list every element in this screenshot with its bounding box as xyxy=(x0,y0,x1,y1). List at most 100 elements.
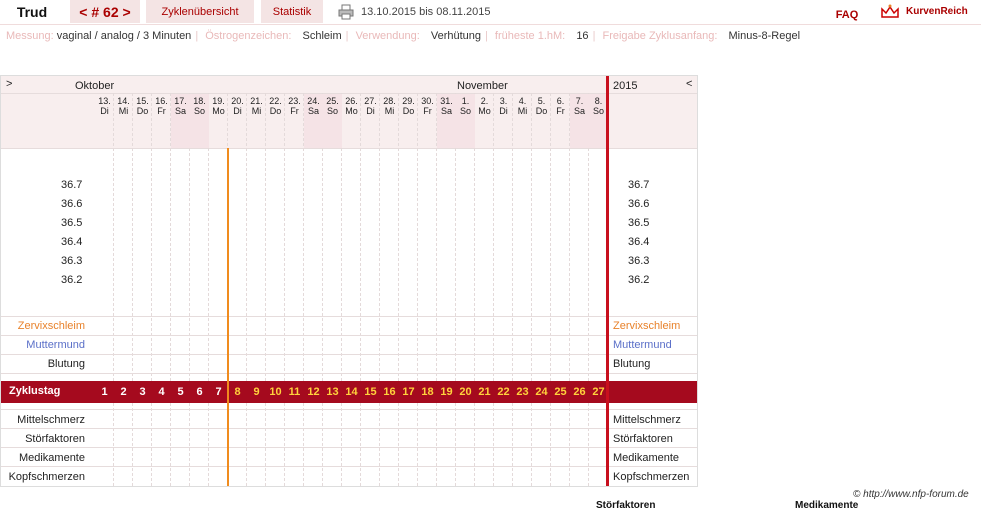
current-day-line xyxy=(606,76,609,486)
cycle-day-number: 23 xyxy=(516,386,529,398)
temperature-label: 36.6 xyxy=(628,198,650,210)
tab-cycle-overview[interactable]: Zyklenübersicht xyxy=(146,0,254,23)
obs-divider-1 xyxy=(1,335,697,336)
day-weekday-label: Do xyxy=(136,106,149,116)
day-weekday-label: Fr xyxy=(556,106,565,116)
cycle-day-number: 3 xyxy=(139,386,146,398)
cycle-day-number: 11 xyxy=(288,386,301,398)
day-date-label: 15. xyxy=(136,96,149,106)
sym-divider-0 xyxy=(1,409,697,410)
day-weekday-label: Do xyxy=(402,106,415,116)
cycle-day-number: 18 xyxy=(421,386,434,398)
tab-statistics[interactable]: Statistik xyxy=(261,0,323,23)
day-weekday-label: Do xyxy=(535,106,548,116)
print-icon[interactable] xyxy=(336,0,356,23)
day-weekday-label: So xyxy=(459,106,471,116)
day-weekday-label: Di xyxy=(100,106,109,116)
day-date-label: 26. xyxy=(345,96,358,106)
cycle-chart: > Oktober November 2015 < 13. Di 14. Mi 15. D… xyxy=(0,75,698,487)
info-key-measurement: Messung: xyxy=(6,30,54,42)
day-date-label: 21. xyxy=(250,96,263,106)
cycle-day-number: 10 xyxy=(269,386,282,398)
copyright: © http://www.nfp-forum.de xyxy=(853,489,969,500)
cycle-day-number: 5 xyxy=(177,386,184,398)
day-date-label: 2. xyxy=(480,96,489,106)
day-weekday-label: Mi xyxy=(251,106,262,116)
day-weekday-label: Mo xyxy=(478,106,491,116)
obs-divider-top xyxy=(1,316,697,317)
row-label-stoerfaktoren: Störfaktoren xyxy=(25,433,85,445)
cycle-day-number: 22 xyxy=(497,386,510,398)
row-label-cervical-mucus: Zervixschleim xyxy=(17,320,85,332)
day-weekday-label: Do xyxy=(269,106,282,116)
day-weekday-label: Mo xyxy=(345,106,358,116)
day-weekday-label: Mi xyxy=(517,106,528,116)
brand-name: KurvenReich xyxy=(906,6,968,17)
day-date-label: 19. xyxy=(212,96,225,106)
temperature-label: 36.6 xyxy=(61,198,83,210)
crown-icon xyxy=(881,4,899,18)
cycle-day-number: 19 xyxy=(440,386,453,398)
temperature-label: 36.3 xyxy=(61,255,83,267)
user-name: Trud xyxy=(16,3,48,20)
nav-next-icon[interactable]: < xyxy=(686,78,692,90)
cycle-day-number: 12 xyxy=(307,386,320,398)
brand-logo[interactable]: KurvenReich xyxy=(880,0,980,23)
faq-link[interactable]: FAQ xyxy=(830,3,864,26)
month-label-november: November xyxy=(457,80,508,92)
day-date-label: 14. xyxy=(117,96,130,106)
row-label-cervical-mucus-right: Zervixschleim xyxy=(613,320,681,332)
cycle-day-number: 7 xyxy=(215,386,222,398)
row-label-mittelschmerz-right: Mittelschmerz xyxy=(613,414,681,426)
cycle-day-number: 9 xyxy=(253,386,260,398)
top-divider xyxy=(0,24,981,25)
day-date-label: 28. xyxy=(383,96,396,106)
day-weekday-label: Di xyxy=(366,106,375,116)
day-date-label: 30. xyxy=(421,96,434,106)
cycle-navigator[interactable]: < # 62 > xyxy=(70,0,140,23)
temperature-label: 36.3 xyxy=(628,255,650,267)
info-key-release: Freigabe Zyklusanfang: xyxy=(602,30,718,42)
day-date-label: 16. xyxy=(155,96,168,106)
day-date-label: 17. xyxy=(174,96,187,106)
temperature-label: 36.2 xyxy=(628,274,650,286)
day-date-label: 3. xyxy=(499,96,508,106)
day-date-label: 1. xyxy=(461,96,470,106)
day-weekday-label: So xyxy=(326,106,338,116)
row-label-cervix-right: Muttermund xyxy=(613,339,672,351)
info-key-estrogen: Östrogenzeichen: xyxy=(205,30,292,42)
cycle-day-number: 15 xyxy=(364,386,377,398)
cycle-day-number: 8 xyxy=(234,386,241,398)
day-weekday-label: Fr xyxy=(423,106,432,116)
info-value-estrogen: Schleim xyxy=(302,30,342,42)
day-date-label: 6. xyxy=(556,96,565,106)
day-weekday-label: Mi xyxy=(384,106,395,116)
cycle-day-number: 16 xyxy=(383,386,396,398)
row-label-mittelschmerz: Mittelschmerz xyxy=(17,414,85,426)
info-key-usage: Verwendung: xyxy=(355,30,420,42)
row-label-medikamente: Medikamente xyxy=(18,452,85,464)
date-range: 13.10.2015 bis 08.11.2015 xyxy=(361,5,491,18)
info-key-earliest: früheste 1.hM: xyxy=(494,30,566,42)
cycle-day-number: 26 xyxy=(573,386,586,398)
day-date-label: 13. xyxy=(98,96,111,106)
day-date-label: 24. xyxy=(307,96,320,106)
day-weekday-label: Di xyxy=(499,106,508,116)
day-date-label: 31. xyxy=(440,96,453,106)
day-weekday-label: Fr xyxy=(157,106,166,116)
obs-divider-2 xyxy=(1,354,697,355)
day-weekday-label: Mi xyxy=(118,106,129,116)
temperature-label: 36.4 xyxy=(61,236,83,248)
cycle-day-label: Zyklustag xyxy=(9,385,61,397)
day-weekday-label: Sa xyxy=(174,106,186,116)
temperature-label: 36.5 xyxy=(628,217,650,229)
row-label-bleeding: Blutung xyxy=(47,358,85,370)
cycle-day-number: 14 xyxy=(345,386,358,398)
day-weekday-label: Sa xyxy=(440,106,452,116)
day-date-label: 4. xyxy=(518,96,527,106)
nav-prev-icon[interactable]: > xyxy=(6,78,12,90)
info-value-release: Minus-8-Regel xyxy=(728,30,801,42)
cycle-day-number: 2 xyxy=(120,386,127,398)
year-label: 2015 xyxy=(613,80,638,92)
sym-divider-2 xyxy=(1,447,697,448)
